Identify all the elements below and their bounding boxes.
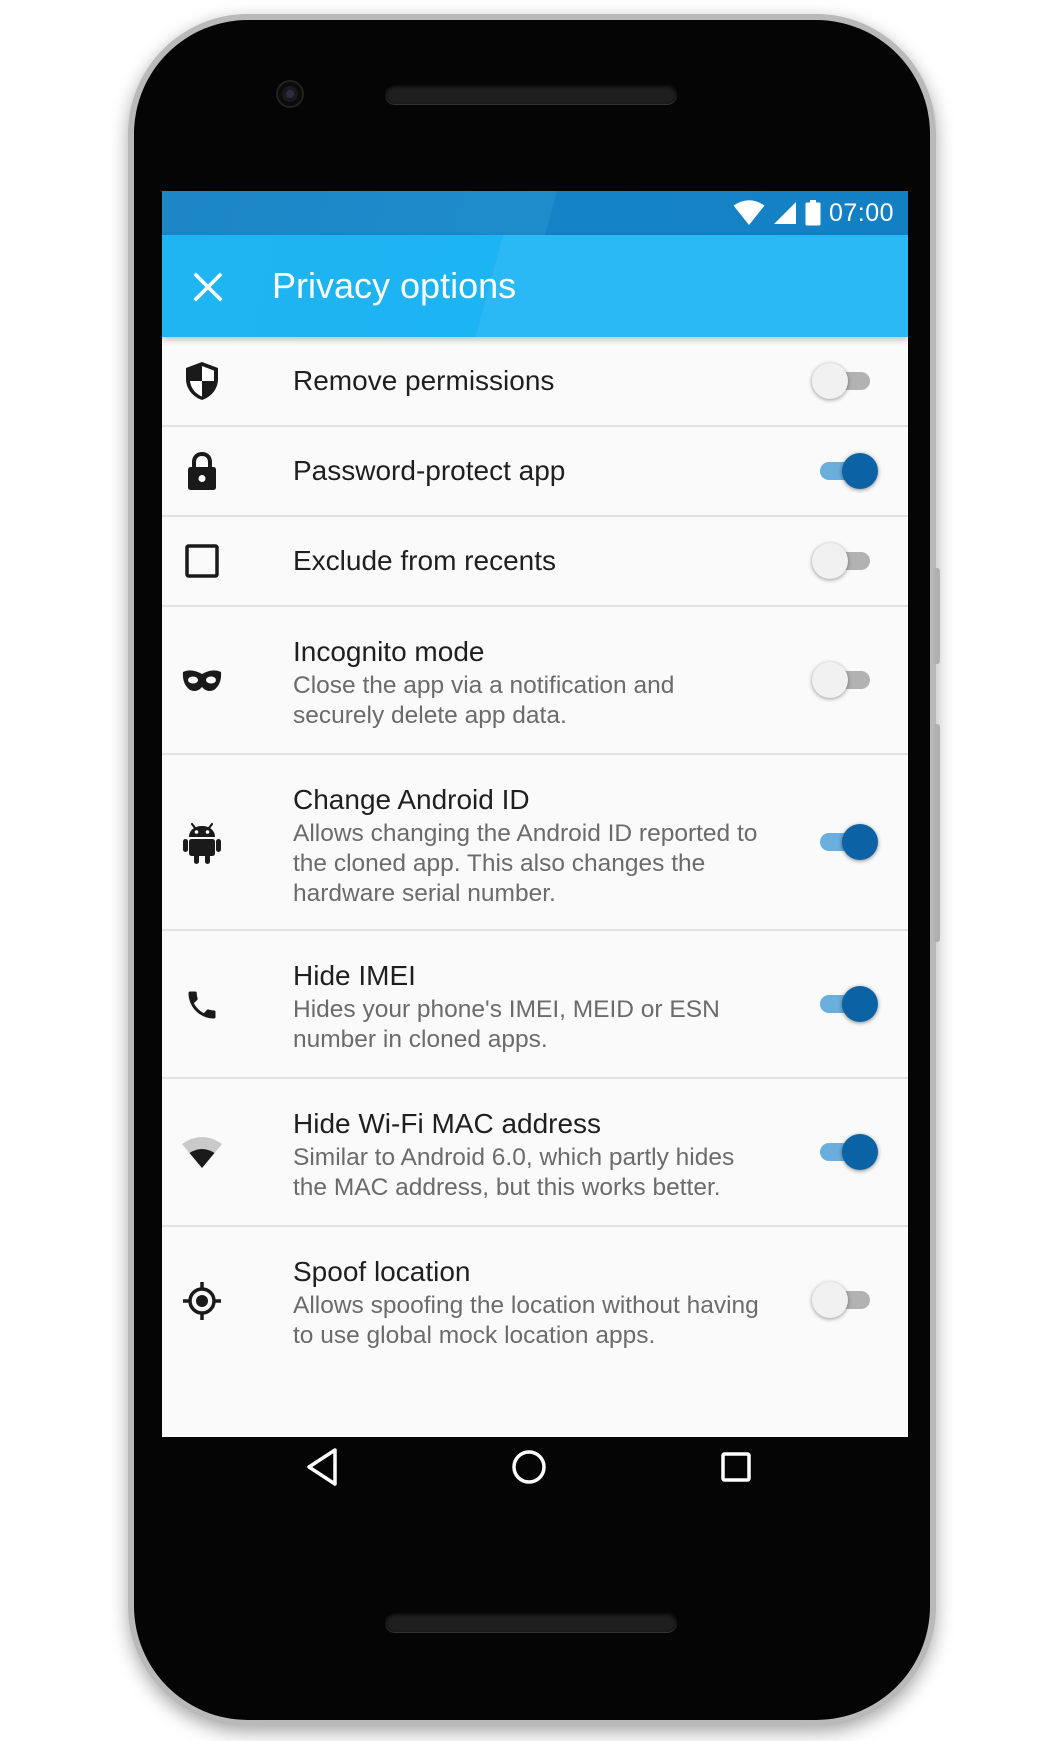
status-time: 07:00 [828, 198, 894, 227]
checkbox-outline-icon [180, 539, 224, 583]
switch-thumb [812, 662, 848, 698]
list-item[interactable]: Change Android ID Allows changing the An… [162, 755, 908, 931]
android-icon [180, 820, 224, 864]
switch-thumb [812, 363, 848, 399]
battery-icon [805, 200, 821, 226]
power-button [934, 724, 940, 942]
switch-thumb [842, 824, 878, 860]
wifi-icon [733, 200, 765, 225]
mask-icon [180, 659, 224, 703]
list-item[interactable]: Incognito mode Close the app via a notif… [162, 607, 908, 755]
setting-title: Password-protect app [293, 455, 566, 486]
setting-title: Hide IMEI [293, 960, 416, 991]
setting-title: Change Android ID [293, 784, 530, 815]
toggle-switch[interactable] [812, 1132, 878, 1172]
switch-thumb [842, 986, 878, 1022]
setting-title: Exclude from recents [293, 545, 556, 576]
page-title: Privacy options [272, 265, 517, 306]
signal-icon [773, 202, 796, 224]
status-bar: 07:00 [162, 191, 908, 235]
front-camera [278, 82, 302, 106]
setting-description: Allows spoofing the location without hav… [293, 1292, 759, 1349]
switch-thumb [842, 1134, 878, 1170]
home-icon[interactable] [504, 1442, 554, 1492]
recents-icon[interactable] [711, 1442, 761, 1492]
toggle-switch[interactable] [812, 984, 878, 1024]
setting-title: Spoof location [293, 1256, 471, 1287]
setting-description: Similar to Android 6.0, which partly hid… [293, 1144, 735, 1201]
toggle-switch[interactable] [812, 541, 878, 581]
shield-icon [180, 359, 224, 403]
list-item[interactable]: Remove permissions [162, 337, 908, 427]
bottom-speaker [385, 1612, 677, 1632]
app-bar: Privacy options [162, 235, 908, 337]
setting-description: Allows changing the Android ID reported … [293, 820, 758, 907]
list-item[interactable]: Exclude from recents [162, 517, 908, 607]
volume-button [934, 568, 940, 664]
switch-thumb [812, 543, 848, 579]
screen: 07:00 Privacy options Remove permissions [162, 191, 908, 1437]
switch-thumb [812, 1282, 848, 1318]
toggle-switch[interactable] [812, 1280, 878, 1320]
setting-description: Close the app via a notification and sec… [293, 672, 675, 729]
location-target-icon [180, 1279, 224, 1323]
phone-icon [180, 983, 224, 1027]
lock-icon [180, 449, 224, 493]
wifi-icon [180, 1131, 224, 1175]
earpiece-speaker [385, 84, 677, 104]
toggle-switch[interactable] [812, 660, 878, 700]
setting-description: Hides your phone's IMEI, MEID or ESN num… [293, 996, 720, 1053]
setting-title: Hide Wi-Fi MAC address [293, 1108, 602, 1139]
list-item[interactable]: Password-protect app [162, 427, 908, 517]
list-item[interactable]: Hide Wi-Fi MAC address Similar to Androi… [162, 1079, 908, 1227]
toggle-switch[interactable] [812, 822, 878, 862]
setting-title: Remove permissions [293, 365, 555, 396]
close-icon[interactable] [190, 269, 226, 305]
back-icon[interactable] [298, 1442, 348, 1492]
toggle-switch[interactable] [812, 361, 878, 401]
setting-title: Incognito mode [293, 636, 485, 667]
toggle-switch[interactable] [812, 451, 878, 491]
list-item[interactable]: Spoof location Allows spoofing the locat… [162, 1227, 908, 1373]
switch-thumb [842, 453, 878, 489]
settings-list: Remove permissions Password-protect app [162, 337, 908, 1373]
list-item[interactable]: Hide IMEI Hides your phone's IMEI, MEID … [162, 931, 908, 1079]
